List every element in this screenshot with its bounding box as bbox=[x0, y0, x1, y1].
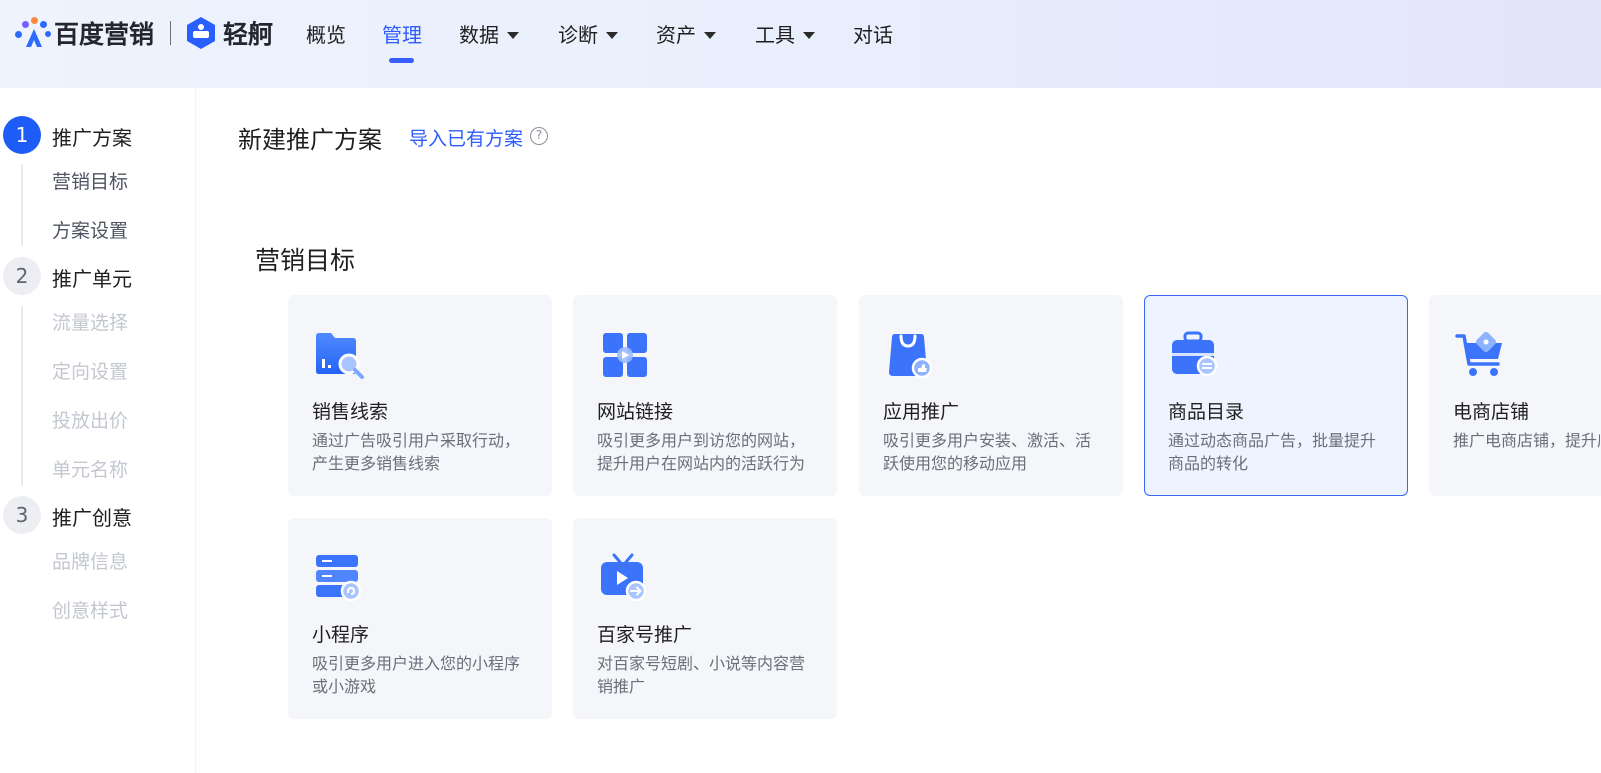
help-icon[interactable]: ? bbox=[530, 127, 548, 145]
nav-item-diagnosis[interactable]: 诊断 bbox=[558, 20, 618, 50]
goal-card-website-link[interactable]: 网站链接 吸引更多用户到访您的网站，提升用户在网站内的活跃行为 bbox=[573, 295, 837, 496]
step-title-plan[interactable]: 推广方案 bbox=[52, 122, 132, 151]
page-title: 新建推广方案 bbox=[238, 126, 382, 154]
caret-down-icon bbox=[704, 31, 716, 39]
step-number: 1 bbox=[3, 116, 41, 154]
product-name: 轻舸 bbox=[223, 20, 274, 49]
card-description: 通过动态商品广告，批量提升商品的转化 bbox=[1168, 431, 1377, 473]
baidu-marketing-logo-icon bbox=[14, 15, 52, 51]
substep-marketing-goal[interactable]: 营销目标 bbox=[52, 167, 128, 194]
card-title: 商品目录 bbox=[1168, 401, 1245, 423]
step-number: 3 bbox=[3, 496, 41, 534]
step-connector bbox=[21, 164, 23, 246]
tv-share-icon bbox=[601, 553, 647, 602]
shopping-cart-icon bbox=[1455, 331, 1502, 376]
card-description: 吸引更多用户进入您的小程序或小游戏 bbox=[312, 654, 521, 696]
card-title: 网站链接 bbox=[597, 401, 674, 423]
card-description: 推广电商店铺，提升店铺销量 bbox=[1453, 431, 1600, 450]
brand-divider bbox=[170, 21, 172, 45]
step-number: 2 bbox=[3, 257, 41, 295]
step-navigator: 1 推广方案 营销目标 方案设置 2 推广单元 流量选择 定向设置 投放出价 单… bbox=[0, 88, 196, 773]
step-title-creative[interactable]: 推广创意 bbox=[52, 502, 132, 531]
step-connector bbox=[21, 306, 23, 486]
substep-targeting: 定向设置 bbox=[52, 361, 129, 383]
card-title: 电商店铺 bbox=[1453, 401, 1530, 423]
goal-card-mini-program[interactable]: 小程序 吸引更多用户进入您的小程序或小游戏 bbox=[288, 518, 552, 719]
nav-item-data[interactable]: 数据 bbox=[459, 20, 519, 50]
app-bag-icon bbox=[889, 334, 933, 379]
import-plan-link[interactable]: 导入已有方案 bbox=[409, 124, 523, 151]
card-description: 吸引更多用户到访您的网站，提升用户在网站内的活跃行为 bbox=[597, 431, 806, 473]
card-title: 应用推广 bbox=[883, 401, 960, 423]
goal-card-baijiahao[interactable]: 百家号推广 对百家号短剧、小说等内容营销推广 bbox=[573, 518, 837, 719]
card-title: 小程序 bbox=[312, 624, 370, 646]
web-grid-icon bbox=[603, 333, 647, 377]
step-title-unit[interactable]: 推广单元 bbox=[52, 263, 132, 292]
folder-search-icon bbox=[316, 333, 364, 379]
mini-program-icon bbox=[316, 555, 362, 602]
nav-item-chat[interactable]: 对话 bbox=[853, 20, 893, 50]
substep-brand-info: 品牌信息 bbox=[52, 551, 129, 573]
caret-down-icon bbox=[803, 31, 815, 39]
nav-item-overview[interactable]: 概览 bbox=[306, 20, 346, 50]
section-title: 营销目标 bbox=[255, 246, 356, 275]
nav-item-tools[interactable]: 工具 bbox=[755, 20, 815, 50]
goal-card-ecommerce-store[interactable]: 电商店铺 推广电商店铺，提升店铺销量 bbox=[1429, 295, 1601, 496]
card-title: 百家号推广 bbox=[597, 624, 693, 646]
caret-down-icon bbox=[606, 31, 618, 39]
goal-card-product-catalog[interactable]: 商品目录 通过动态商品广告，批量提升商品的转化 bbox=[1144, 295, 1408, 496]
nav-active-indicator bbox=[389, 58, 414, 63]
substep-traffic: 流量选择 bbox=[52, 312, 129, 334]
goal-card-sales-leads[interactable]: 销售线索 通过广告吸引用户采取行动，产生更多销售线索 bbox=[288, 295, 552, 496]
substep-plan-settings[interactable]: 方案设置 bbox=[52, 216, 128, 243]
qingge-logo-icon bbox=[187, 17, 216, 49]
card-description: 通过广告吸引用户采取行动，产生更多销售线索 bbox=[312, 431, 521, 473]
brand[interactable]: 百度营销 轻舸 bbox=[14, 15, 273, 51]
substep-bidding: 投放出价 bbox=[52, 410, 129, 432]
goal-card-app-promotion[interactable]: 应用推广 吸引更多用户安装、激活、活跃使用您的移动应用 bbox=[859, 295, 1123, 496]
nav-item-manage[interactable]: 管理 bbox=[382, 20, 422, 50]
card-title: 销售线索 bbox=[312, 401, 389, 423]
briefcase-icon bbox=[1172, 331, 1218, 377]
card-description: 吸引更多用户安装、激活、活跃使用您的移动应用 bbox=[883, 431, 1092, 473]
top-header: 百度营销 轻舸 概览 管理 数据 诊断 资产 工具 对话 bbox=[0, 0, 1601, 88]
caret-down-icon bbox=[507, 31, 519, 39]
substep-creative-style: 创意样式 bbox=[52, 600, 129, 622]
substep-unit-name: 单元名称 bbox=[52, 459, 129, 481]
nav-item-assets[interactable]: 资产 bbox=[656, 20, 716, 50]
brand-name: 百度营销 bbox=[54, 20, 155, 49]
card-description: 对百家号短剧、小说等内容营销推广 bbox=[597, 654, 806, 696]
